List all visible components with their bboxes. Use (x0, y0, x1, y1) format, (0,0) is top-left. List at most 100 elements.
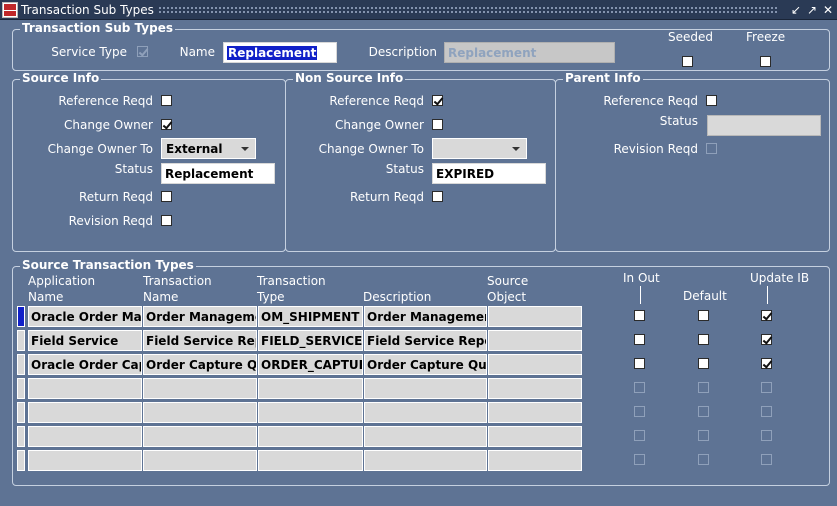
source-txn-title: Source Transaction Types (20, 258, 196, 272)
txn-type-cell[interactable]: ORDER_CAPTUF (258, 354, 363, 375)
chevron-down-icon (512, 147, 520, 151)
app-name-cell[interactable] (28, 378, 142, 399)
txn-type-cell[interactable]: OM_SHIPMENT (258, 306, 363, 327)
txn-type-cell[interactable] (258, 402, 363, 423)
app-name-cell[interactable]: Oracle Order Cap (28, 354, 142, 375)
update-ib-checkbox[interactable] (761, 358, 772, 369)
in-out-checkbox[interactable] (634, 382, 645, 393)
service-type-checkbox[interactable] (137, 46, 148, 57)
name-field[interactable]: Replacement (223, 42, 337, 63)
txn-name-cell[interactable] (143, 450, 257, 471)
txn-type-cell[interactable] (258, 378, 363, 399)
col-in-out: In Out (623, 271, 660, 285)
default-checkbox[interactable] (698, 358, 709, 369)
row-indicator[interactable] (17, 354, 25, 375)
app-name-cell[interactable] (28, 402, 142, 423)
update-ib-checkbox[interactable] (761, 382, 772, 393)
in-out-checkbox[interactable] (634, 310, 645, 321)
freeze-checkbox[interactable] (760, 56, 771, 67)
update-ib-checkbox[interactable] (761, 406, 772, 417)
src-status-label: Status (114, 162, 153, 176)
src-return-reqd-label: Return Reqd (78, 190, 153, 204)
source-object-cell[interactable] (488, 306, 582, 327)
default-checkbox[interactable] (698, 406, 709, 417)
src-reference-reqd-checkbox[interactable] (161, 95, 172, 106)
in-out-checkbox[interactable] (634, 406, 645, 417)
row-indicator[interactable] (17, 306, 25, 327)
in-out-checkbox[interactable] (634, 430, 645, 441)
oracle-app-icon (2, 2, 18, 18)
par-revision-reqd-checkbox[interactable] (706, 143, 717, 154)
default-checkbox[interactable] (698, 334, 709, 345)
row-indicator[interactable] (17, 330, 25, 351)
app-name-cell[interactable] (28, 450, 142, 471)
service-type-label: Service Type (51, 45, 127, 59)
nsrc-change-owner-to-select[interactable] (432, 138, 527, 159)
close-icon[interactable]: ✕ (821, 3, 835, 17)
src-change-owner-to-select[interactable]: External (161, 138, 256, 159)
txn-name-cell[interactable] (143, 378, 257, 399)
description-cell[interactable] (364, 450, 487, 471)
source-object-cell[interactable] (488, 450, 582, 471)
in-out-divider (640, 286, 641, 304)
in-out-checkbox[interactable] (634, 358, 645, 369)
update-ib-checkbox[interactable] (761, 334, 772, 345)
row-indicator[interactable] (17, 426, 25, 447)
source-object-cell[interactable] (488, 426, 582, 447)
source-object-cell[interactable] (488, 378, 582, 399)
in-out-checkbox[interactable] (634, 334, 645, 345)
maximize-icon[interactable]: ↗ (805, 3, 819, 17)
txn-name-cell[interactable]: Field Service Rep (143, 330, 257, 351)
source-object-cell[interactable] (488, 330, 582, 351)
txn-type-cell[interactable] (258, 426, 363, 447)
description-cell[interactable] (364, 426, 487, 447)
default-checkbox[interactable] (698, 382, 709, 393)
update-ib-divider (767, 286, 768, 304)
src-change-owner-checkbox[interactable] (161, 119, 172, 130)
txn-type-cell[interactable]: FIELD_SERVICE_ (258, 330, 363, 351)
row-indicator[interactable] (17, 378, 25, 399)
app-name-cell[interactable]: Field Service (28, 330, 142, 351)
par-status-field[interactable] (707, 115, 821, 136)
nsrc-return-reqd-label: Return Reqd (349, 190, 424, 204)
app-name-cell[interactable] (28, 426, 142, 447)
description-cell[interactable]: Order Managemen (364, 306, 487, 327)
description-cell[interactable] (364, 402, 487, 423)
txn-name-cell[interactable]: Order Manageme (143, 306, 257, 327)
source-object-cell[interactable] (488, 402, 582, 423)
update-ib-checkbox[interactable] (761, 454, 772, 465)
nsrc-reference-reqd-label: Reference Reqd (329, 94, 424, 108)
nsrc-change-owner-to-label: Change Owner To (318, 142, 424, 156)
src-revision-reqd-checkbox[interactable] (161, 215, 172, 226)
row-indicator[interactable] (17, 402, 25, 423)
seeded-checkbox[interactable] (682, 56, 693, 67)
default-checkbox[interactable] (698, 310, 709, 321)
description-field[interactable]: Replacement (444, 42, 615, 63)
minimize-icon[interactable]: ↙ (789, 3, 803, 17)
description-cell[interactable]: Field Service Repo (364, 330, 487, 351)
source-object-cell[interactable] (488, 354, 582, 375)
txn-name-cell[interactable] (143, 402, 257, 423)
description-cell[interactable] (364, 378, 487, 399)
in-out-checkbox[interactable] (634, 454, 645, 465)
default-checkbox[interactable] (698, 454, 709, 465)
txn-name-cell[interactable]: Order Capture Qu (143, 354, 257, 375)
nsrc-return-reqd-checkbox[interactable] (432, 191, 443, 202)
par-reference-reqd-checkbox[interactable] (706, 95, 717, 106)
txn-name-cell[interactable] (143, 426, 257, 447)
par-revision-reqd-label: Revision Reqd (613, 142, 698, 156)
source-info-title: Source Info (20, 71, 102, 85)
txn-type-cell[interactable] (258, 450, 363, 471)
col-source-object: Source Object (487, 274, 529, 304)
default-checkbox[interactable] (698, 430, 709, 441)
update-ib-checkbox[interactable] (761, 430, 772, 441)
row-indicator[interactable] (17, 450, 25, 471)
nsrc-change-owner-checkbox[interactable] (432, 119, 443, 130)
src-status-field[interactable]: Replacement (161, 163, 275, 184)
description-cell[interactable]: Order Capture Quo (364, 354, 487, 375)
update-ib-checkbox[interactable] (761, 310, 772, 321)
src-return-reqd-checkbox[interactable] (161, 191, 172, 202)
nsrc-status-field[interactable]: EXPIRED (432, 163, 546, 184)
nsrc-reference-reqd-checkbox[interactable] (432, 95, 443, 106)
app-name-cell[interactable]: Oracle Order Mar (28, 306, 142, 327)
